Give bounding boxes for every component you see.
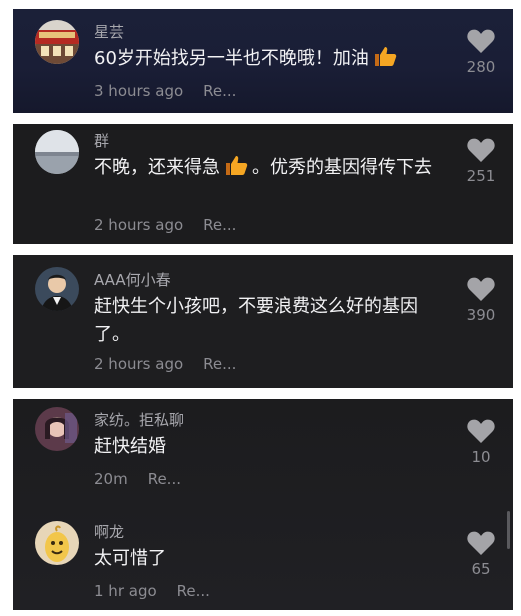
comment-text: 60岁开始找另一半也不晚哦！加油 (94, 45, 444, 76)
timestamp: 2 hours ago (94, 216, 184, 234)
comment-text: 太可惜了 (94, 545, 444, 573)
comment-panel: 群 不晚，还来得急 。优秀的基因得传下去 2 hours ago Re... 251 (13, 124, 513, 244)
reply-button[interactable]: Re... (148, 470, 181, 488)
timestamp: 3 hours ago (94, 82, 184, 100)
comment-text-part: 赶快结婚 (94, 436, 166, 457)
like-count: 280 (466, 58, 496, 76)
like-button[interactable]: 65 (461, 531, 501, 578)
reply-button[interactable]: Re... (203, 216, 236, 234)
username[interactable]: 星芸 (94, 21, 124, 42)
timestamp: 20m (94, 470, 128, 488)
like-button[interactable]: 251 (461, 138, 501, 185)
scrollbar[interactable] (507, 511, 510, 549)
like-button[interactable]: 10 (461, 419, 501, 466)
like-count: 10 (471, 448, 491, 466)
username[interactable]: 群 (94, 130, 109, 151)
username[interactable]: AAA何小春 (94, 269, 171, 290)
comment-panel: AAA何小春 赶快生个小孩吧，不要浪费这么好的基因了。 2 hours ago R… (13, 255, 513, 388)
comment-panel: 星芸 60岁开始找另一半也不晚哦！加油 3 hours ago Re... 280 (13, 9, 513, 113)
heart-icon (467, 419, 495, 443)
reply-button[interactable]: Re... (177, 582, 210, 600)
avatar[interactable] (35, 20, 79, 64)
comment-panel: 家纺。拒私聊 赶快结婚 20m Re... 10 啊龙 太可惜了 1 hr ago… (13, 399, 513, 610)
timestamp: 1 hr ago (94, 582, 157, 600)
heart-icon (467, 138, 495, 162)
comment-text: 不晚，还来得急 。优秀的基因得传下去 (94, 154, 444, 185)
like-count: 251 (466, 167, 496, 185)
avatar[interactable] (35, 267, 79, 311)
comment-meta: 3 hours ago Re... (94, 82, 236, 100)
like-button[interactable]: 390 (461, 277, 501, 324)
comment-text-part: 。优秀的基因得传下去 (252, 157, 432, 178)
comment-text: 赶快结婚 (94, 433, 444, 461)
comment-text-part: 赶快生个小孩吧，不要浪费这么好的基因了。 (94, 296, 418, 345)
comment-meta: 20m Re... (94, 470, 181, 488)
heart-icon (467, 29, 495, 53)
username[interactable]: 家纺。拒私聊 (94, 409, 184, 430)
comment-meta: 2 hours ago Re... (94, 216, 236, 234)
reply-button[interactable]: Re... (203, 355, 236, 373)
username[interactable]: 啊龙 (94, 521, 124, 542)
reply-button[interactable]: Re... (203, 82, 236, 100)
timestamp: 2 hours ago (94, 355, 184, 373)
heart-icon (467, 531, 495, 555)
comment-text-part: 不晚，还来得急 (94, 157, 220, 178)
comment-text: 赶快生个小孩吧，不要浪费这么好的基因了。 (94, 293, 444, 349)
avatar[interactable] (35, 521, 79, 565)
avatar[interactable] (35, 407, 79, 451)
avatar[interactable] (35, 130, 79, 174)
like-count: 65 (471, 560, 491, 578)
thumbs-up-icon (224, 154, 248, 185)
comment-meta: 1 hr ago Re... (94, 582, 210, 600)
comment-meta: 2 hours ago Re... (94, 355, 236, 373)
comment-text-part: 60岁开始找另一半也不晚哦！加油 (94, 48, 369, 69)
comment-text-part: 太可惜了 (94, 548, 166, 569)
thumbs-up-icon (373, 45, 397, 76)
heart-icon (467, 277, 495, 301)
like-button[interactable]: 280 (461, 29, 501, 76)
like-count: 390 (466, 306, 496, 324)
